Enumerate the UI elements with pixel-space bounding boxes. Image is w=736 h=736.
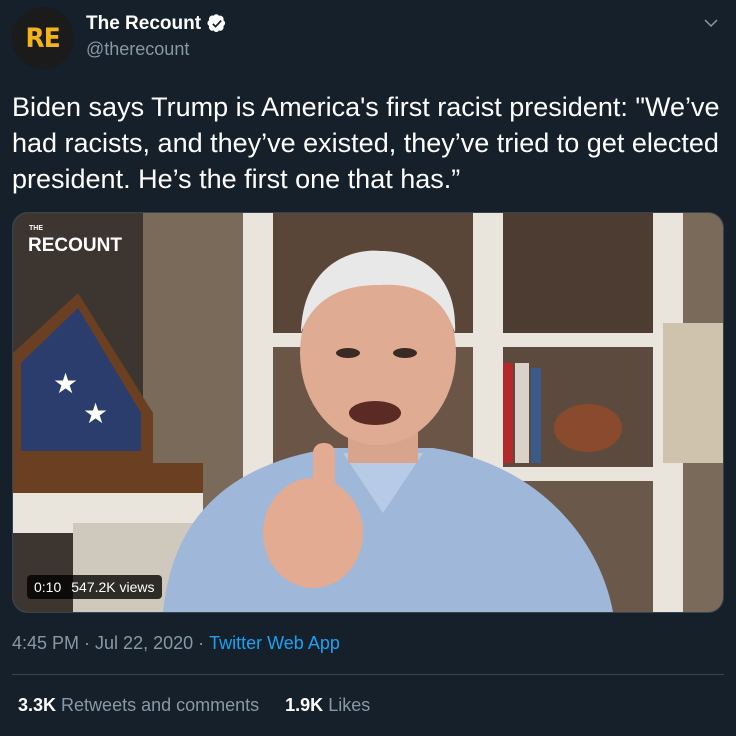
watermark-large-text: RECOUNT xyxy=(28,235,122,256)
handle[interactable]: @therecount xyxy=(86,39,189,60)
video-info-badge: 0:10 547.2K views xyxy=(27,575,162,599)
avatar-logo: RE xyxy=(25,22,61,54)
retweets-count: 3.3K xyxy=(18,695,57,715)
chevron-down-icon[interactable] xyxy=(702,14,720,32)
tweet-date[interactable]: Jul 22, 2020 xyxy=(95,633,193,654)
tweet-time[interactable]: 4:45 PM xyxy=(12,633,79,654)
meta-separator: · xyxy=(198,633,205,653)
avatar[interactable]: RE xyxy=(12,7,74,69)
video-views: 547.2K views xyxy=(71,579,155,595)
svg-text:★: ★ xyxy=(53,367,78,400)
watermark-small-text: THE xyxy=(29,225,43,232)
display-name[interactable]: The Recount xyxy=(86,13,201,35)
likes-label: Likes xyxy=(328,695,371,715)
retweets-stat[interactable]: 3.3K Retweets and comments xyxy=(18,695,259,716)
recount-watermark: THE RECOUNT xyxy=(28,225,122,256)
verified-badge-icon xyxy=(207,14,226,32)
likes-count: 1.9K xyxy=(285,695,324,715)
video-frame-image: ★ ★ xyxy=(13,213,723,612)
tweet-text: Biden says Trump is America's first raci… xyxy=(12,92,727,194)
author-name-row: The Recount xyxy=(86,13,227,35)
likes-stat[interactable]: 1.9K Likes xyxy=(285,695,370,716)
tweet-meta: 4:45 PM · Jul 22, 2020 · Twitter Web App xyxy=(12,633,340,654)
video-player[interactable]: ★ ★ THE RECOUNT 0:10 547.2K views xyxy=(12,212,724,613)
retweets-label: Retweets and comments xyxy=(61,695,260,715)
svg-text:★: ★ xyxy=(83,397,108,430)
video-duration: 0:10 xyxy=(34,579,62,595)
meta-separator: · xyxy=(84,633,91,653)
divider xyxy=(12,674,724,675)
tweet: RE The Recount @therecount Biden says Tr… xyxy=(0,0,736,736)
tweet-stats: 3.3K Retweets and comments 1.9K Likes xyxy=(18,695,370,716)
tweet-source-link[interactable]: Twitter Web App xyxy=(209,633,340,654)
